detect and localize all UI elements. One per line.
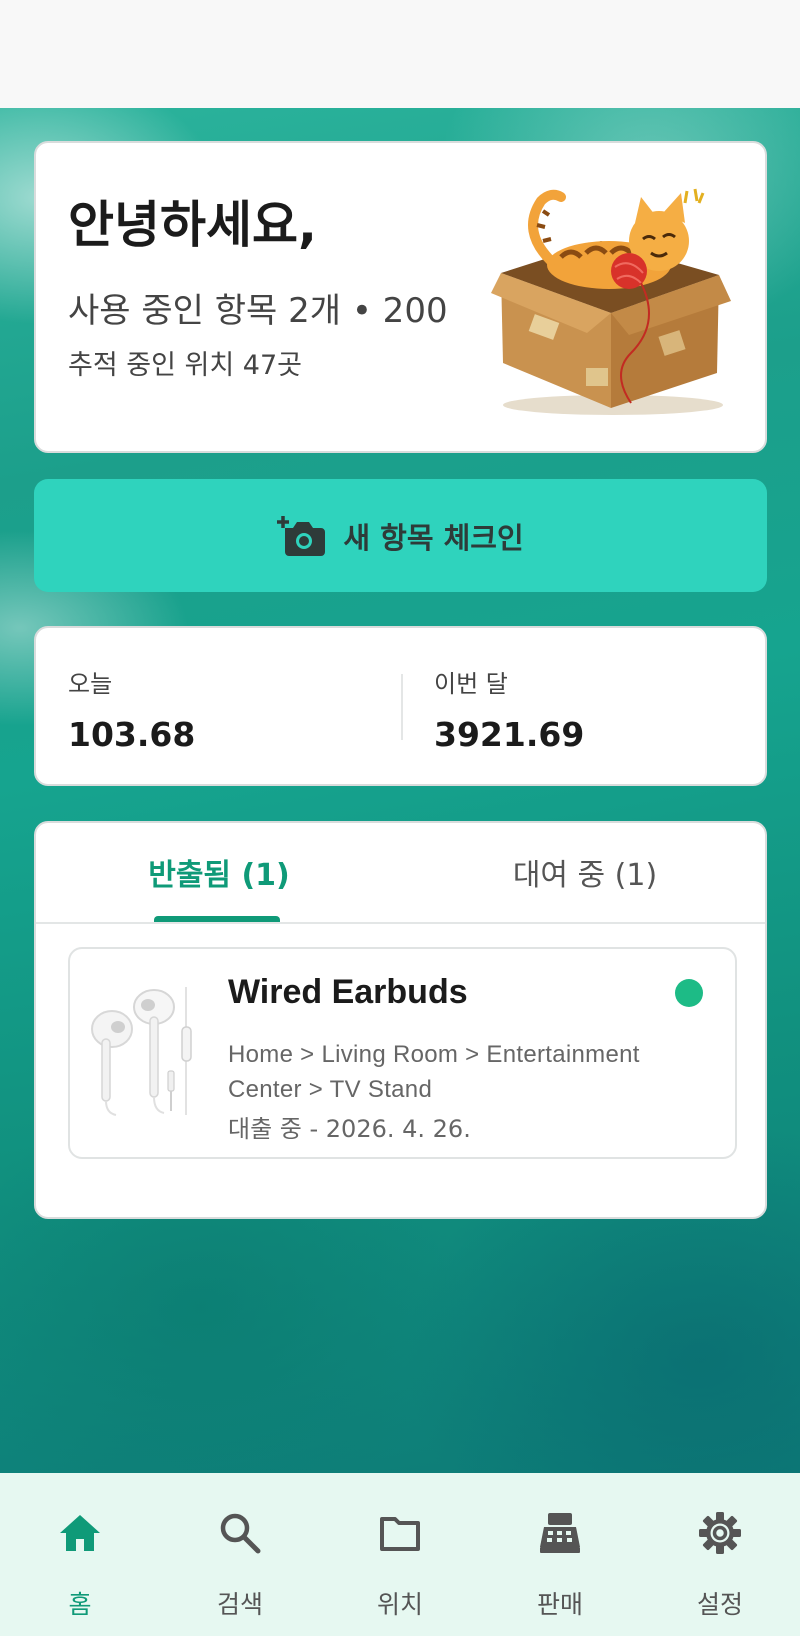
cat-in-box-illustration xyxy=(491,188,731,415)
stat-today: 오늘 103.68 xyxy=(68,664,195,754)
search-icon xyxy=(220,1513,261,1554)
stat-month-label: 이번 달 xyxy=(434,670,508,698)
nav-locations[interactable]: 위치 xyxy=(320,1473,480,1636)
checkin-new-item-button[interactable]: 새 항목 체크인 xyxy=(34,479,767,592)
checkin-button-label: 새 항목 체크인 xyxy=(343,520,524,555)
status-bar xyxy=(0,0,800,108)
home-icon xyxy=(60,1515,100,1551)
add-camera-icon xyxy=(277,515,326,556)
list-item[interactable]: Wired Earbuds Home > Living Room > Enter… xyxy=(68,947,737,1159)
folder-icon xyxy=(380,1517,420,1551)
locations-tracked-text: 추적 중인 위치 47곳 xyxy=(68,350,302,381)
stat-month-value: 3921.69 xyxy=(434,715,585,754)
stats-divider xyxy=(401,674,403,740)
nav-sales-label: 판매 xyxy=(536,1590,583,1619)
item-title: Wired Earbuds xyxy=(228,973,468,1011)
nav-home[interactable]: 홈 xyxy=(0,1473,160,1636)
nav-settings-label: 설정 xyxy=(696,1590,743,1619)
nav-search-label: 검색 xyxy=(216,1590,263,1619)
stat-today-value: 103.68 xyxy=(68,715,196,754)
stats-card: 오늘 103.68 이번 달 3921.69 xyxy=(34,626,767,786)
items-tabs-card: 반출됨 (1) 대여 중 (1) Wired Earbuds Home > Li… xyxy=(34,821,767,1219)
nav-locations-label: 위치 xyxy=(376,1590,423,1619)
cash-register-icon xyxy=(540,1513,580,1553)
earbuds-image xyxy=(91,987,192,1116)
nav-search[interactable]: 검색 xyxy=(160,1473,320,1636)
greeting-title: 안녕하세요, xyxy=(68,196,317,254)
tab-lent[interactable]: 대여 중 (1) xyxy=(402,823,765,921)
stat-month: 이번 달 3921.69 xyxy=(434,664,584,754)
nav-sales[interactable]: 판매 xyxy=(480,1473,640,1636)
tab-checked-out[interactable]: 반출됨 (1) xyxy=(36,823,402,921)
gear-icon xyxy=(699,1512,741,1554)
item-location-path: Home > Living Room > Entertainment Cente… xyxy=(228,1041,640,1103)
bottom-navigation: 홈 검색 위치 판매 설정 xyxy=(0,1473,800,1636)
greeting-card: 안녕하세요, 사용 중인 항목 2개 • 200 추적 중인 위치 47곳 xyxy=(34,141,767,453)
stat-today-label: 오늘 xyxy=(68,670,113,698)
tabs-divider xyxy=(36,922,765,924)
nav-settings[interactable]: 설정 xyxy=(640,1473,800,1636)
nav-home-label: 홈 xyxy=(68,1590,92,1619)
item-status: 대출 중 - 2026. 4. 26. xyxy=(228,1115,471,1143)
status-indicator-dot xyxy=(675,979,703,1007)
items-in-use-text: 사용 중인 항목 2개 • 200 xyxy=(68,291,448,331)
